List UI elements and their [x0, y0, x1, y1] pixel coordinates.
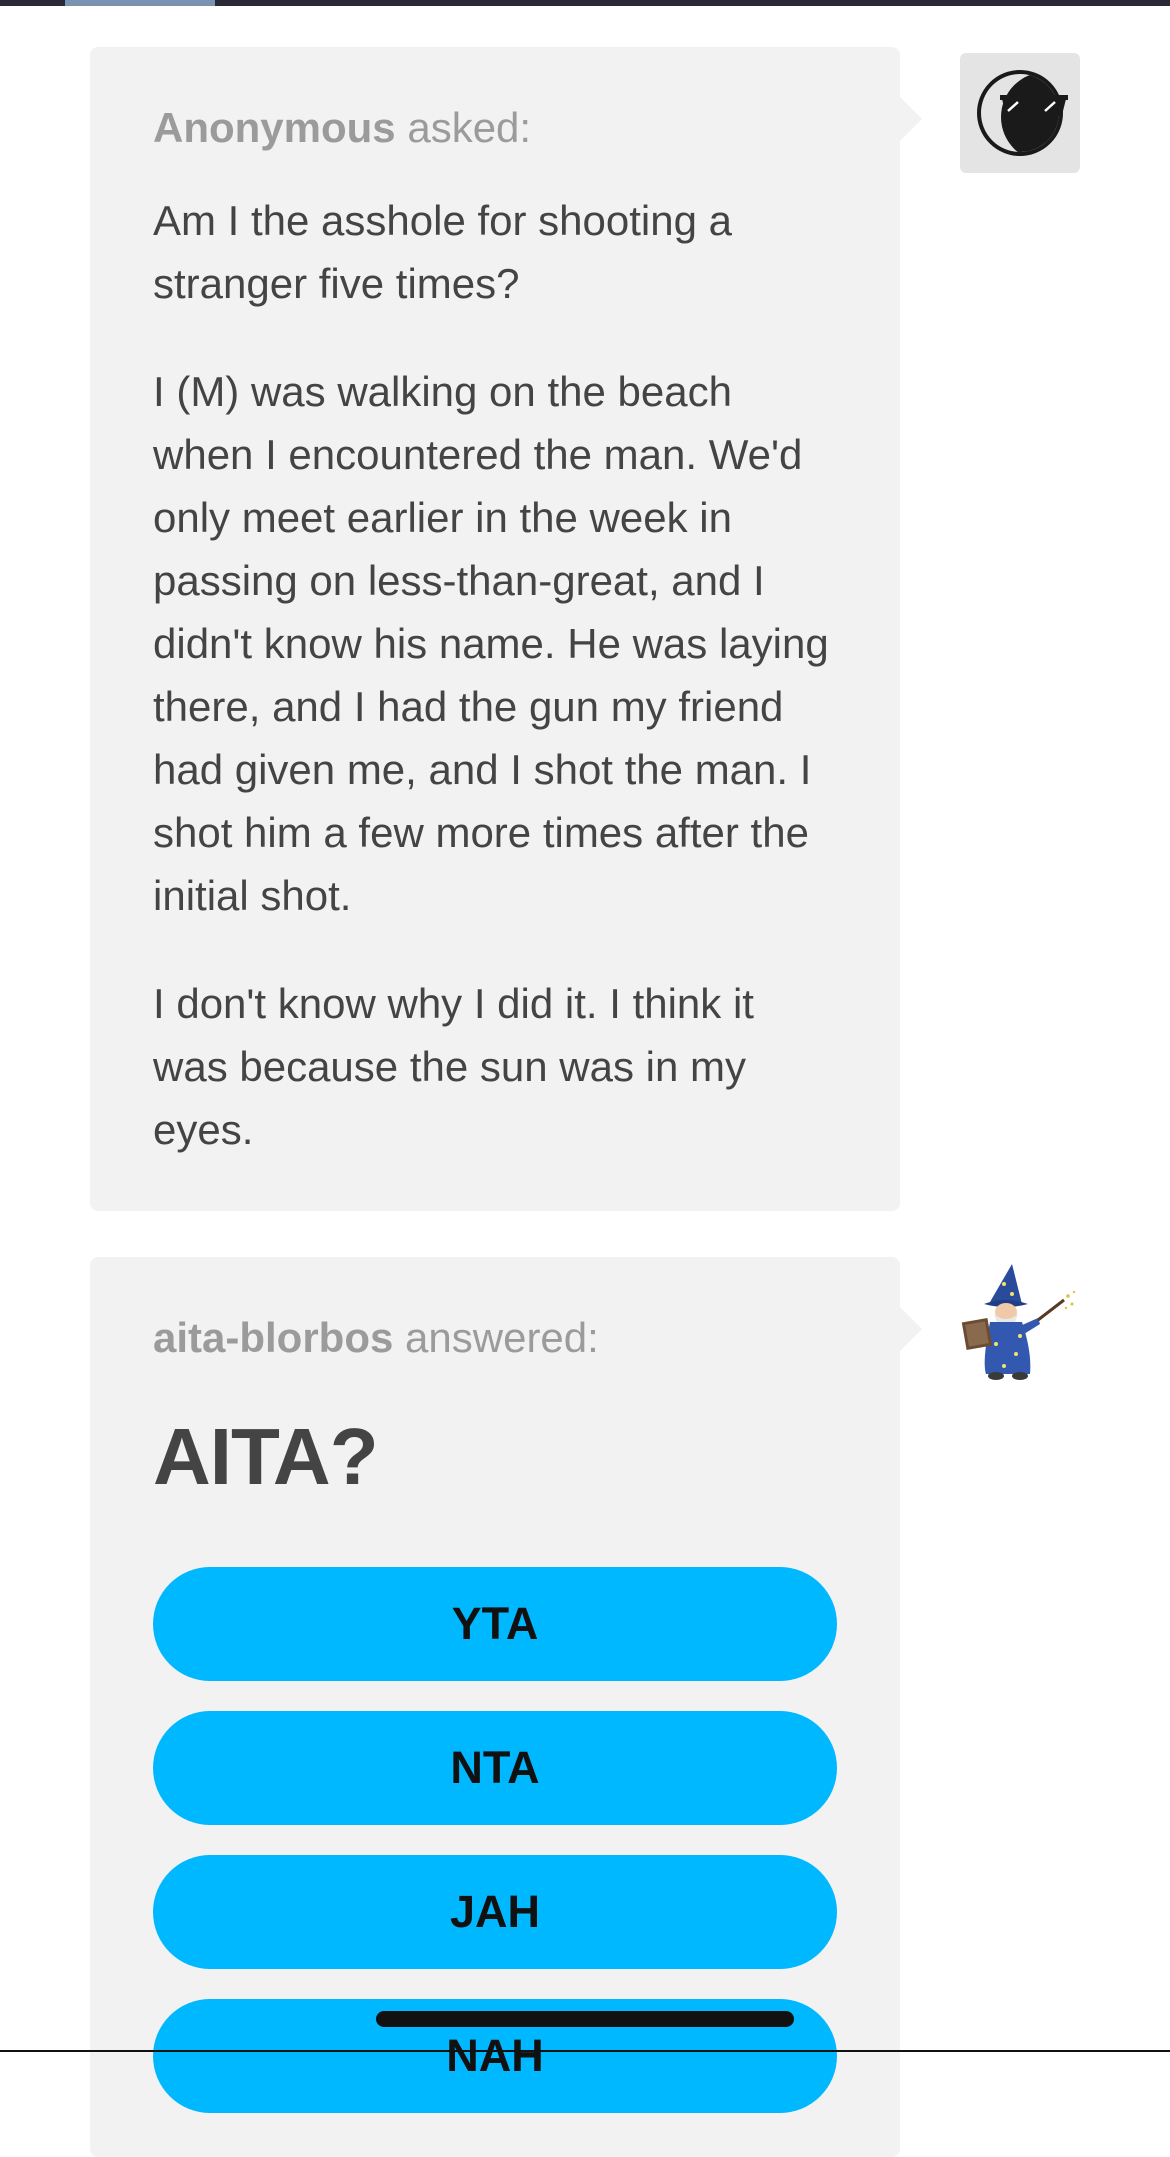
answerer-avatar[interactable]	[960, 1262, 1084, 1386]
poll-option-jah[interactable]: JAH	[153, 1855, 837, 1969]
home-indicator[interactable]	[376, 2011, 794, 2027]
answered-label: answered:	[405, 1314, 599, 1361]
ask-body: Am I the asshole for shooting a stranger…	[153, 189, 837, 1161]
ask-question: Am I the asshole for shooting a stranger…	[153, 197, 732, 307]
poll-option-nta[interactable]: NTA	[153, 1711, 837, 1825]
asked-label: asked:	[407, 104, 532, 151]
top-progress-accent	[65, 0, 215, 6]
wizard-icon	[961, 1264, 1076, 1380]
ask-bubble: Anonymous asked: Am I the asshole for sh…	[90, 47, 922, 1211]
top-progress-bar	[0, 0, 1170, 6]
poll-title: AITA?	[153, 1412, 379, 1501]
ask-paragraph: I don't know why I did it. I think it wa…	[153, 980, 754, 1153]
ask-attribution: Anonymous asked:	[153, 107, 837, 149]
answerer-name[interactable]: aita-blorbos	[153, 1314, 393, 1361]
poll-options: YTA NTA JAH NAH	[153, 1567, 837, 2113]
answer-attribution: aita-blorbos answered:	[153, 1317, 837, 1359]
asker-avatar[interactable]	[960, 53, 1080, 173]
poll-option-yta[interactable]: YTA	[153, 1567, 837, 1681]
asker-name[interactable]: Anonymous	[153, 104, 396, 151]
ask-paragraph: I (M) was walking on the beach when I en…	[153, 368, 829, 919]
sunglasses-icon	[1000, 95, 1068, 117]
